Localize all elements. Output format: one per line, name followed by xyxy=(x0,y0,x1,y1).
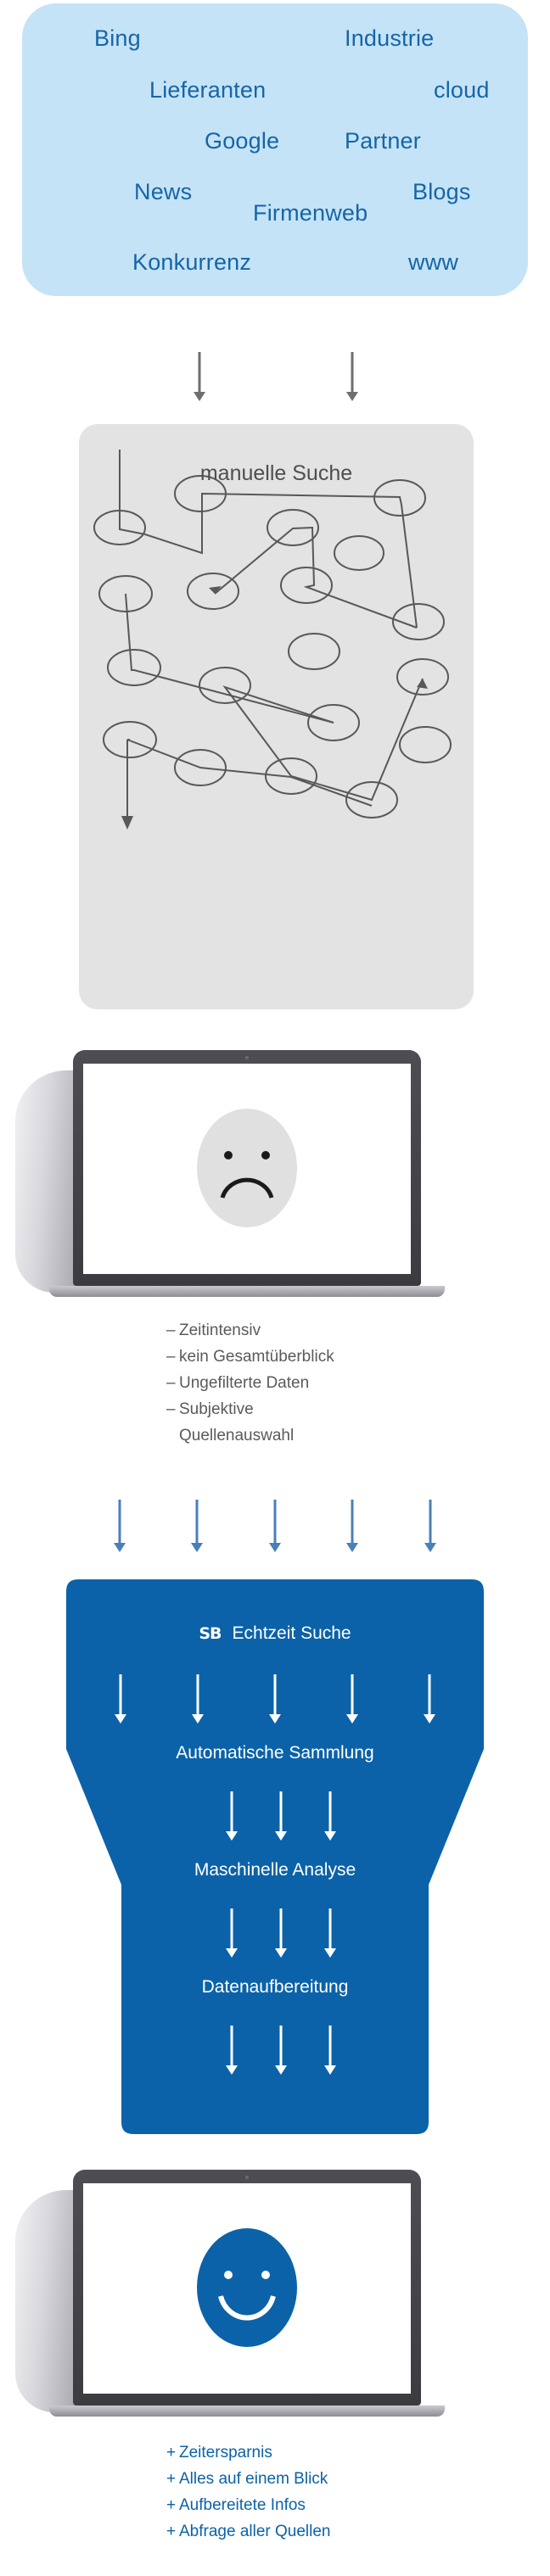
drawback-label: Subjektive xyxy=(179,1400,254,1418)
laptop-lid xyxy=(73,1050,421,1286)
word-cloud-term-www[interactable]: www xyxy=(408,249,458,276)
sad-face-icon xyxy=(197,1109,297,1227)
flow-arrow-blue-5 xyxy=(424,1500,437,1552)
drawback-item: – Subjektive xyxy=(166,1396,334,1422)
funnel-arrow-a3 xyxy=(268,1674,282,1724)
drawback-label: Ungefilterte Daten xyxy=(179,1374,310,1392)
funnel-arrow-a1 xyxy=(114,1674,127,1724)
bullet-mark-minus: – xyxy=(166,1322,176,1339)
flow-arrow-gray-1 xyxy=(193,352,206,401)
manual-search-title: manuelle Suche xyxy=(199,461,353,485)
webcam-icon xyxy=(245,1056,249,1059)
flow-arrow-blue-4 xyxy=(345,1500,359,1552)
benefit-item: + Aufbereitete Infos xyxy=(166,2492,331,2518)
laptop-lid xyxy=(73,2170,421,2406)
funnel-arrow-a2 xyxy=(191,1674,205,1724)
benefit-label: Alles auf einem Blick xyxy=(179,2470,328,2488)
word-cloud-term-cloud[interactable]: cloud xyxy=(434,77,490,103)
word-cloud-term-partner[interactable]: Partner xyxy=(345,128,421,154)
funnel-stage-label-1: Automatische Sammlung xyxy=(176,1743,374,1763)
word-cloud-term-firmenweb[interactable]: Firmenweb xyxy=(253,200,368,226)
drawback-label: kein Gesamtüberblick xyxy=(179,1348,334,1366)
funnel-headline: Echtzeit Suche xyxy=(232,1623,351,1643)
benefit-item: + Abfrage aller Quellen xyxy=(166,2518,331,2545)
sb-logo-icon: SB xyxy=(199,1623,222,1643)
laptop-screen xyxy=(83,1064,411,1274)
word-cloud-term-lieferanten[interactable]: Lieferanten xyxy=(149,77,266,103)
laptop-base xyxy=(49,1286,445,1297)
benefit-item: + Zeitersparnis xyxy=(166,2439,331,2466)
funnel-arrow-a4 xyxy=(345,1674,359,1724)
bullet-mark-minus: – xyxy=(166,1400,176,1418)
flow-arrow-gray-2 xyxy=(345,352,359,401)
flow-arrow-blue-3 xyxy=(268,1500,282,1552)
word-cloud-term-blogs[interactable]: Blogs xyxy=(412,179,471,205)
manual-search-panel: manuelle Suche xyxy=(79,424,474,1009)
benefit-label: Aufbereitete Infos xyxy=(179,2496,306,2514)
funnel-arrow-b1 xyxy=(225,1791,239,1841)
drawback-label: Zeitintensiv xyxy=(179,1322,261,1339)
funnel-arrow-d2 xyxy=(274,2026,288,2075)
funnel-brand-row: SB Echtzeit Suche xyxy=(0,1623,550,1644)
automated-process-funnel: SB Echtzeit Suche Automatische Sammlung … xyxy=(0,1579,550,2149)
benefit-item: + Alles auf einem Blick xyxy=(166,2466,331,2492)
word-cloud-term-konkurrenz[interactable]: Konkurrenz xyxy=(132,249,251,276)
happy-face-icon xyxy=(197,2228,297,2347)
bullet-mark-plus: + xyxy=(166,2470,177,2488)
source-word-cloud: Bing Industrie Lieferanten cloud Google … xyxy=(22,3,528,296)
funnel-arrow-d3 xyxy=(323,2026,337,2075)
drawback-item-continuation: –Quellenauswahl xyxy=(166,1422,334,1449)
drawback-item: – Zeitintensiv xyxy=(166,1317,334,1344)
benefits-list: + Zeitersparnis + Alles auf einem Blick + A… xyxy=(166,2439,331,2545)
funnel-arrow-c3 xyxy=(323,1908,337,1958)
laptop-screen xyxy=(83,2183,411,2394)
laptop-base xyxy=(49,2406,445,2417)
flow-arrow-blue-1 xyxy=(113,1500,126,1552)
drawback-item: – kein Gesamtüberblick xyxy=(166,1344,334,1370)
benefit-label: Abfrage aller Quellen xyxy=(179,2523,331,2540)
funnel-stage-label-2: Maschinelle Analyse xyxy=(194,1860,356,1880)
laptop-happy xyxy=(15,2170,457,2420)
drawbacks-list: – Zeitintensiv – kein Gesamtüberblick – Ung… xyxy=(166,1317,334,1449)
webcam-icon xyxy=(245,2176,249,2179)
funnel-arrow-c2 xyxy=(274,1908,288,1958)
word-cloud-term-google[interactable]: Google xyxy=(205,128,279,154)
funnel-arrow-a5 xyxy=(423,1674,436,1724)
bullet-mark-minus: – xyxy=(166,1348,176,1366)
bullet-mark-plus: + xyxy=(166,2523,177,2540)
word-cloud-term-news[interactable]: News xyxy=(134,179,192,205)
drawback-label: Quellenauswahl xyxy=(179,1427,295,1444)
laptop-sad xyxy=(15,1050,457,1300)
benefit-label: Zeitersparnis xyxy=(179,2444,272,2461)
word-cloud-term-industrie[interactable]: Industrie xyxy=(345,25,434,52)
manual-search-network-graphic xyxy=(93,450,452,830)
funnel-arrow-c1 xyxy=(225,1908,239,1958)
bullet-mark-plus: + xyxy=(166,2496,177,2514)
bullet-mark-minus: – xyxy=(166,1374,176,1392)
funnel-arrow-b2 xyxy=(274,1791,288,1841)
funnel-arrow-d1 xyxy=(225,2026,239,2075)
funnel-stage-label-3: Datenaufbereitung xyxy=(201,1977,349,1997)
bullet-mark-plus: + xyxy=(166,2444,177,2461)
funnel-arrow-b3 xyxy=(323,1791,337,1841)
flow-arrow-blue-2 xyxy=(190,1500,204,1552)
drawback-item: – Ungefilterte Daten xyxy=(166,1370,334,1396)
word-cloud-term-bing[interactable]: Bing xyxy=(94,25,141,52)
